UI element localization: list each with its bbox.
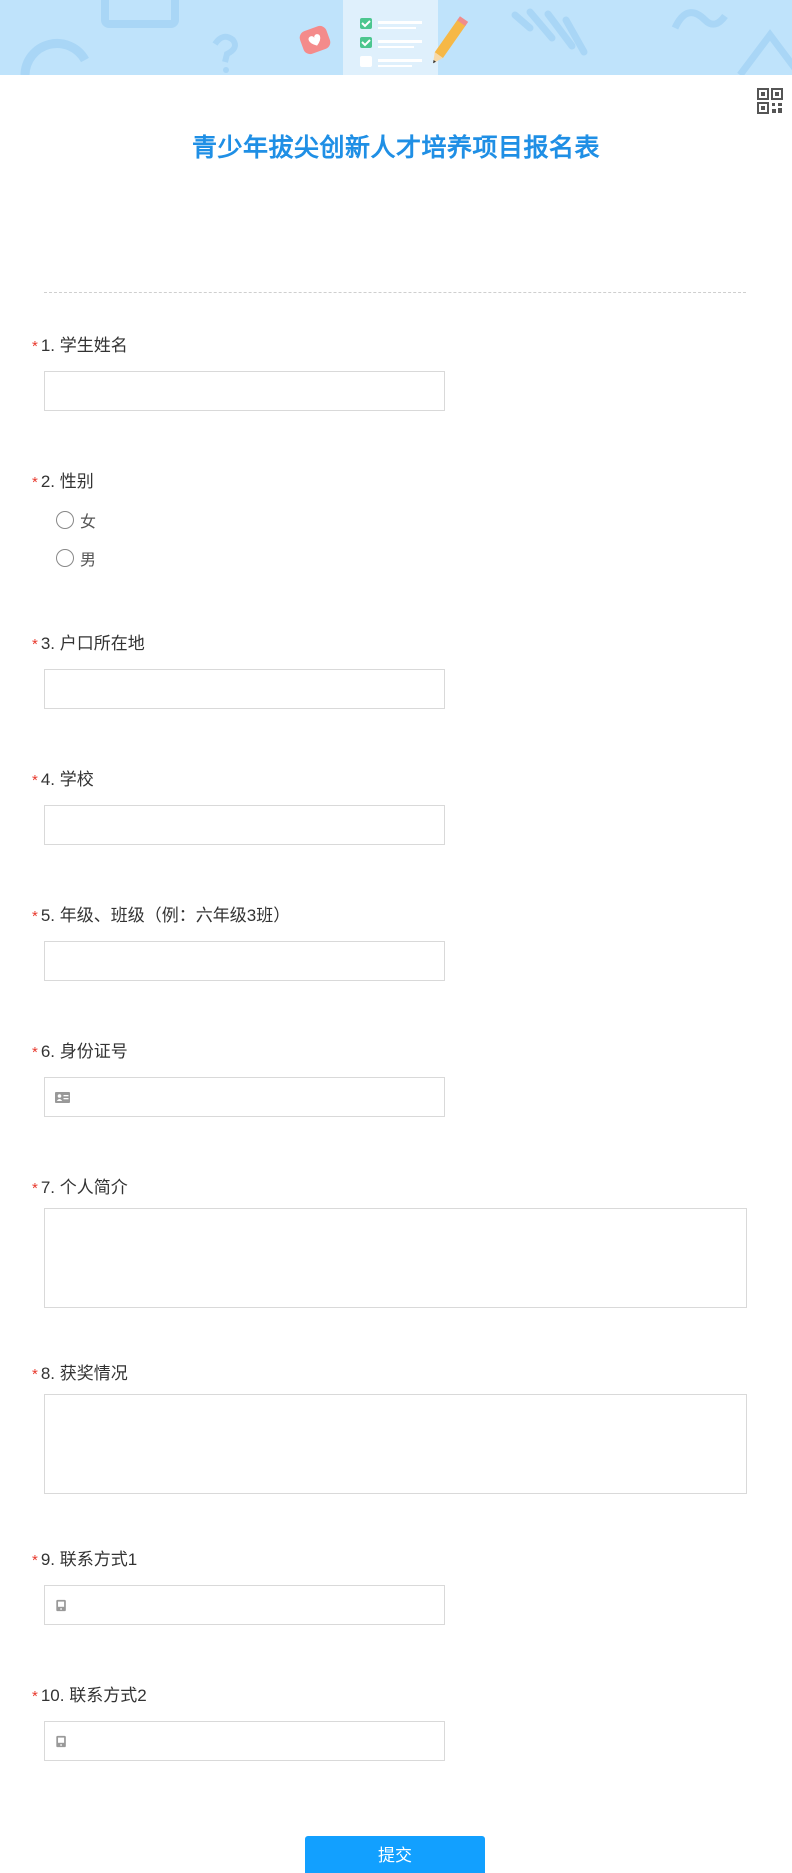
question-text: 3. 户口所在地 xyxy=(40,634,145,653)
question-label-school: * 4. 学校 xyxy=(32,765,94,790)
contact-2-input[interactable] xyxy=(44,1721,445,1761)
required-mark: * xyxy=(32,1044,38,1061)
gender-option-male[interactable]: 男 xyxy=(56,548,97,569)
awards-textarea[interactable] xyxy=(44,1394,747,1494)
gender-option-female[interactable]: 女 xyxy=(56,510,97,531)
personal-intro-textarea[interactable] xyxy=(44,1208,747,1308)
title-divider xyxy=(44,292,746,293)
question-label-household-location: * 3. 户口所在地 xyxy=(32,629,145,654)
question-label-gender: * 2. 性别 xyxy=(32,467,94,492)
question-label-student-name: * 1. 学生姓名 xyxy=(32,331,128,356)
question-label-contact-2: * 10. 联系方式2 xyxy=(32,1681,147,1706)
household-location-input[interactable] xyxy=(44,669,445,709)
question-label-personal-intro: * 7. 个人简介 xyxy=(32,1173,128,1198)
question-text: 10. 联系方式2 xyxy=(40,1686,147,1705)
radio-label: 男 xyxy=(80,552,97,569)
question-text: 4. 学校 xyxy=(40,770,94,789)
question-text: 9. 联系方式1 xyxy=(40,1550,138,1569)
question-text: 8. 获奖情况 xyxy=(40,1364,128,1383)
radio-circle[interactable] xyxy=(56,511,74,529)
required-mark: * xyxy=(32,1552,38,1569)
question-text: 2. 性别 xyxy=(40,472,94,491)
id-number-input[interactable] xyxy=(44,1077,445,1117)
banner-illustration xyxy=(0,0,792,75)
question-label-id-number: * 6. 身份证号 xyxy=(32,1037,128,1062)
submit-button[interactable]: 提交 xyxy=(305,1836,485,1873)
phone-icon xyxy=(56,1599,66,1612)
required-mark: * xyxy=(32,908,38,925)
required-mark: * xyxy=(32,338,38,355)
question-text: 7. 个人简介 xyxy=(40,1178,128,1197)
question-label-contact-1: * 9. 联系方式1 xyxy=(32,1545,137,1570)
required-mark: * xyxy=(32,772,38,789)
question-text: 1. 学生姓名 xyxy=(40,336,128,355)
required-mark: * xyxy=(32,1180,38,1197)
required-mark: * xyxy=(32,474,38,491)
question-text: 6. 身份证号 xyxy=(40,1042,128,1061)
id-card-icon xyxy=(55,1092,70,1103)
phone-icon xyxy=(56,1735,66,1748)
school-input[interactable] xyxy=(44,805,445,845)
qr-code-icon[interactable] xyxy=(757,88,783,114)
radio-circle[interactable] xyxy=(56,549,74,567)
question-label-awards: * 8. 获奖情况 xyxy=(32,1359,128,1384)
required-mark: * xyxy=(32,1366,38,1383)
question-text: 5. 年级、班级（例：六年级3班） xyxy=(40,906,291,925)
required-mark: * xyxy=(32,636,38,653)
required-mark: * xyxy=(32,1688,38,1705)
form-title: 青少年拔尖创新人才培养项目报名表 xyxy=(191,134,600,162)
contact-1-input[interactable] xyxy=(44,1585,445,1625)
student-name-input[interactable] xyxy=(44,371,445,411)
header-banner xyxy=(0,0,792,75)
grade-class-input[interactable] xyxy=(44,941,445,981)
radio-label: 女 xyxy=(80,514,97,531)
question-label-grade-class: * 5. 年级、班级（例：六年级3班） xyxy=(32,901,290,926)
